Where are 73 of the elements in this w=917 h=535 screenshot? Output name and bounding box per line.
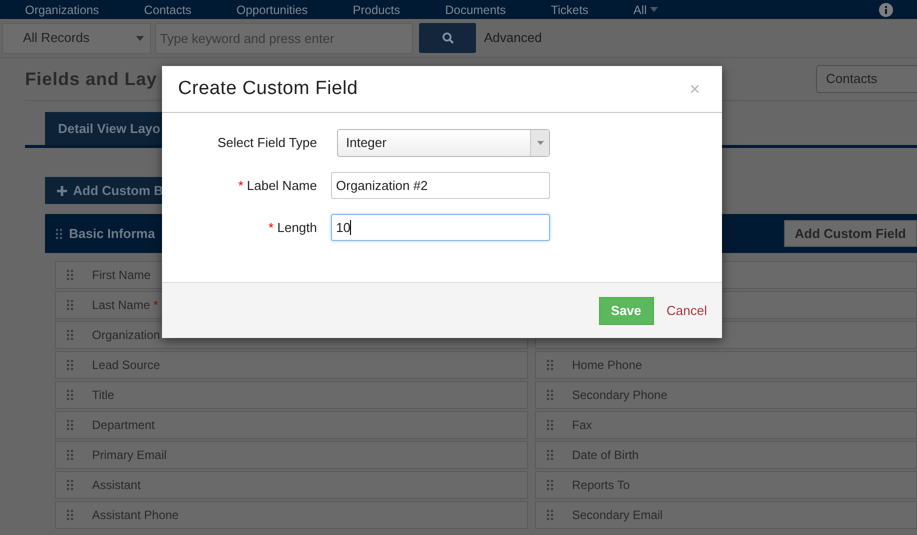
field-label: Fax [572,417,592,434]
drag-handle-icon[interactable] [66,329,74,341]
caret-icon [650,7,658,12]
field-row[interactable]: Department [55,411,528,439]
text-field[interactable]: 10 [331,214,550,241]
field-row[interactable]: Assistant [55,471,528,499]
field-row[interactable]: Secondary Phone [535,381,917,409]
nav-link[interactable]: Products [352,0,400,18]
block-title: Basic Informa [69,224,155,243]
field-label: Secondary Email [572,507,663,524]
field-label: * Label Name [237,176,317,195]
drag-handle-icon[interactable] [66,359,74,371]
drag-handle-icon[interactable] [546,359,554,371]
field-row[interactable]: Primary Email [55,441,528,469]
drag-handle-icon[interactable] [66,479,74,491]
field-label: * Length [268,218,317,237]
drag-handle-icon[interactable] [66,509,74,521]
close-button[interactable]: × [689,80,700,98]
field-label: Home Phone [572,357,642,374]
field-label: Select Field Type [216,134,317,152]
field-label: Primary Email [92,447,167,464]
drag-handle-icon[interactable] [55,228,63,240]
search-button[interactable] [419,23,476,53]
field-row[interactable]: Assistant Phone [55,501,528,529]
save-button[interactable]: Save [598,296,654,324]
nav-link[interactable]: All [633,0,658,18]
field-row[interactable]: Date of Birth [535,441,917,469]
caret-icon [136,36,144,40]
field-label: Assistant [92,477,141,494]
field-label: Date of Birth [572,447,639,464]
nav-link[interactable]: Contacts [144,0,192,18]
advanced-link[interactable]: Advanced [484,28,542,48]
modal-title: Create Custom Field [178,76,358,101]
nav-link[interactable]: Tickets [550,0,588,18]
info-icon[interactable] [879,2,893,16]
field-label: Secondary Phone [572,387,668,404]
field-type-select[interactable]: Integer [337,129,550,157]
field-label: Lead Source [92,357,160,374]
drag-handle-icon[interactable] [66,269,74,281]
cancel-link[interactable]: Cancel [666,300,707,320]
field-row[interactable]: Home Phone [535,351,917,379]
field-label: Organization [92,327,160,344]
field-label: First Name [92,267,151,284]
page-title: Fields and Lay [25,68,158,91]
field-row[interactable]: Lead Source [55,351,528,379]
field-label: Assistant Phone [92,507,179,524]
field-row[interactable]: Title [55,381,528,409]
field-label: Last Name * [92,297,158,314]
drag-handle-icon[interactable] [546,419,554,431]
field-label: Reports To [572,477,630,494]
nav-link[interactable]: Organizations [25,0,100,18]
plus-icon [57,186,67,196]
field-label: Title [92,387,114,404]
field-row[interactable]: Secondary Email [535,501,917,529]
nav-link[interactable]: Opportunities [236,0,308,18]
drag-handle-icon[interactable] [546,479,554,491]
field-row[interactable]: Fax [535,411,917,439]
caret-icon [536,141,544,145]
nav-link[interactable]: Documents [445,0,506,18]
scope-select[interactable]: All Records [2,22,151,54]
drag-handle-icon[interactable] [66,389,74,401]
module-select[interactable]: Contacts [816,65,917,93]
drag-handle-icon[interactable] [66,299,74,311]
drag-handle-icon[interactable] [546,449,554,461]
field-row[interactable]: Reports To [535,471,917,499]
drag-handle-icon[interactable] [66,449,74,461]
drag-handle-icon[interactable] [546,509,554,521]
drag-handle-icon[interactable] [546,389,554,401]
field-label: Department [92,417,155,434]
text-field[interactable]: Organization #2 [331,172,550,199]
add-field-button[interactable]: Add Custom Field [784,220,917,247]
drag-handle-icon[interactable] [66,419,74,431]
search-icon [442,32,454,44]
